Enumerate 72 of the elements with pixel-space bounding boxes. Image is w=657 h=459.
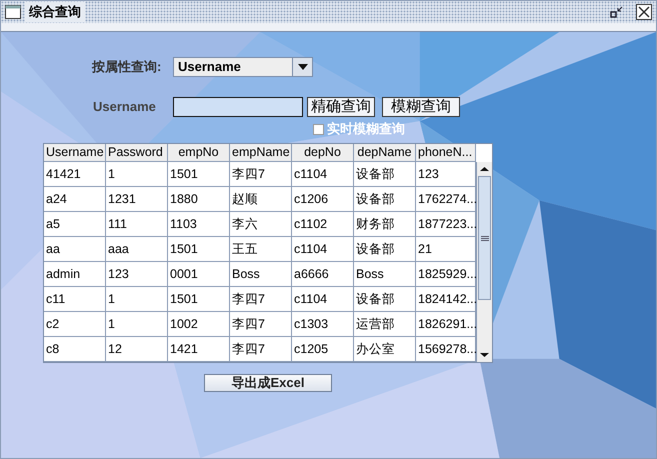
table-cell: a5 [44, 212, 106, 237]
column-header[interactable]: empNo [168, 144, 230, 162]
table-cell: c1104 [292, 287, 354, 312]
grip-icon [480, 236, 488, 240]
attribute-label: 按属性查询: [92, 58, 162, 76]
table-cell: 李四7 [230, 287, 292, 312]
table-cell: 李四7 [230, 337, 292, 362]
table-cell: aa [44, 237, 106, 262]
table-cell: c1206 [292, 187, 354, 212]
table-cell: c1205 [292, 337, 354, 362]
table-cell: 运营部 [354, 312, 416, 337]
column-header[interactable]: phoneN... [416, 144, 476, 162]
attribute-dropdown[interactable]: Username [173, 57, 313, 77]
restore-icon[interactable] [610, 5, 624, 19]
search-button[interactable]: 精确查询 [307, 97, 375, 117]
table-cell: 李六 [230, 212, 292, 237]
window-icon [5, 5, 21, 19]
table-cell: 设备部 [354, 287, 416, 312]
table-cell: 李四7 [230, 312, 292, 337]
table-cell: 1501 [168, 237, 230, 262]
table-cell: a6666 [292, 262, 354, 287]
export-button[interactable]: 导出成Excel [204, 374, 332, 392]
table-cell: 111 [106, 212, 168, 237]
table-cell: 1 [106, 287, 168, 312]
table-cell: 赵顺 [230, 187, 292, 212]
table-cell: 1231 [106, 187, 168, 212]
table-cell: 王五 [230, 237, 292, 262]
table-cell: 1880 [168, 187, 230, 212]
search-field[interactable] [173, 97, 303, 117]
table-cell: c1104 [292, 237, 354, 262]
field-label: Username [93, 98, 157, 116]
table-cell: admin [44, 262, 106, 287]
table-cell: 41421 [44, 162, 106, 187]
close-icon[interactable] [636, 4, 652, 20]
table-cell: 1501 [168, 162, 230, 187]
table-cell: 1421 [168, 337, 230, 362]
table-cell: aaa [106, 237, 168, 262]
realtime-checkbox[interactable] [313, 124, 324, 134]
column-header[interactable]: empName [230, 144, 292, 162]
table-cell: 财务部 [354, 212, 416, 237]
caret-icon [298, 64, 308, 70]
table-cell: c2 [44, 312, 106, 337]
column-header[interactable]: Password [106, 144, 168, 162]
table-cell: c8 [44, 337, 106, 362]
table-cell: 1103 [168, 212, 230, 237]
table-cell: 李四7 [230, 162, 292, 187]
table-cell: c1104 [292, 162, 354, 187]
table-cell: c1102 [292, 212, 354, 237]
column-header[interactable]: depName [354, 144, 416, 162]
table-cell: c1303 [292, 312, 354, 337]
window-title: 综合查询 [25, 2, 85, 22]
table-cell: c11 [44, 287, 106, 312]
table-cell: 123 [106, 262, 168, 287]
table-cell: 办公室 [354, 337, 416, 362]
table-cell: 1501 [168, 287, 230, 312]
table-cell: Boss [230, 262, 292, 287]
table-cell: 12 [106, 337, 168, 362]
scroll-thumb[interactable] [478, 176, 491, 300]
table-cell: 0001 [168, 262, 230, 287]
column-header[interactable]: depNo [292, 144, 354, 162]
table-cell: a24 [44, 187, 106, 212]
table-cell: Boss [354, 262, 416, 287]
table-cell: 设备部 [354, 237, 416, 262]
column-header[interactable]: Username [44, 144, 106, 162]
table-cell: 设备部 [354, 187, 416, 212]
table-cell: 1 [106, 312, 168, 337]
checkbox-label: 实时模糊查询 [327, 120, 405, 138]
search-button[interactable]: 模糊查询 [382, 97, 460, 117]
table-cell: 1002 [168, 312, 230, 337]
scrollbar[interactable] [476, 162, 492, 362]
table-cell: 1 [106, 162, 168, 187]
table-cell: 设备部 [354, 162, 416, 187]
